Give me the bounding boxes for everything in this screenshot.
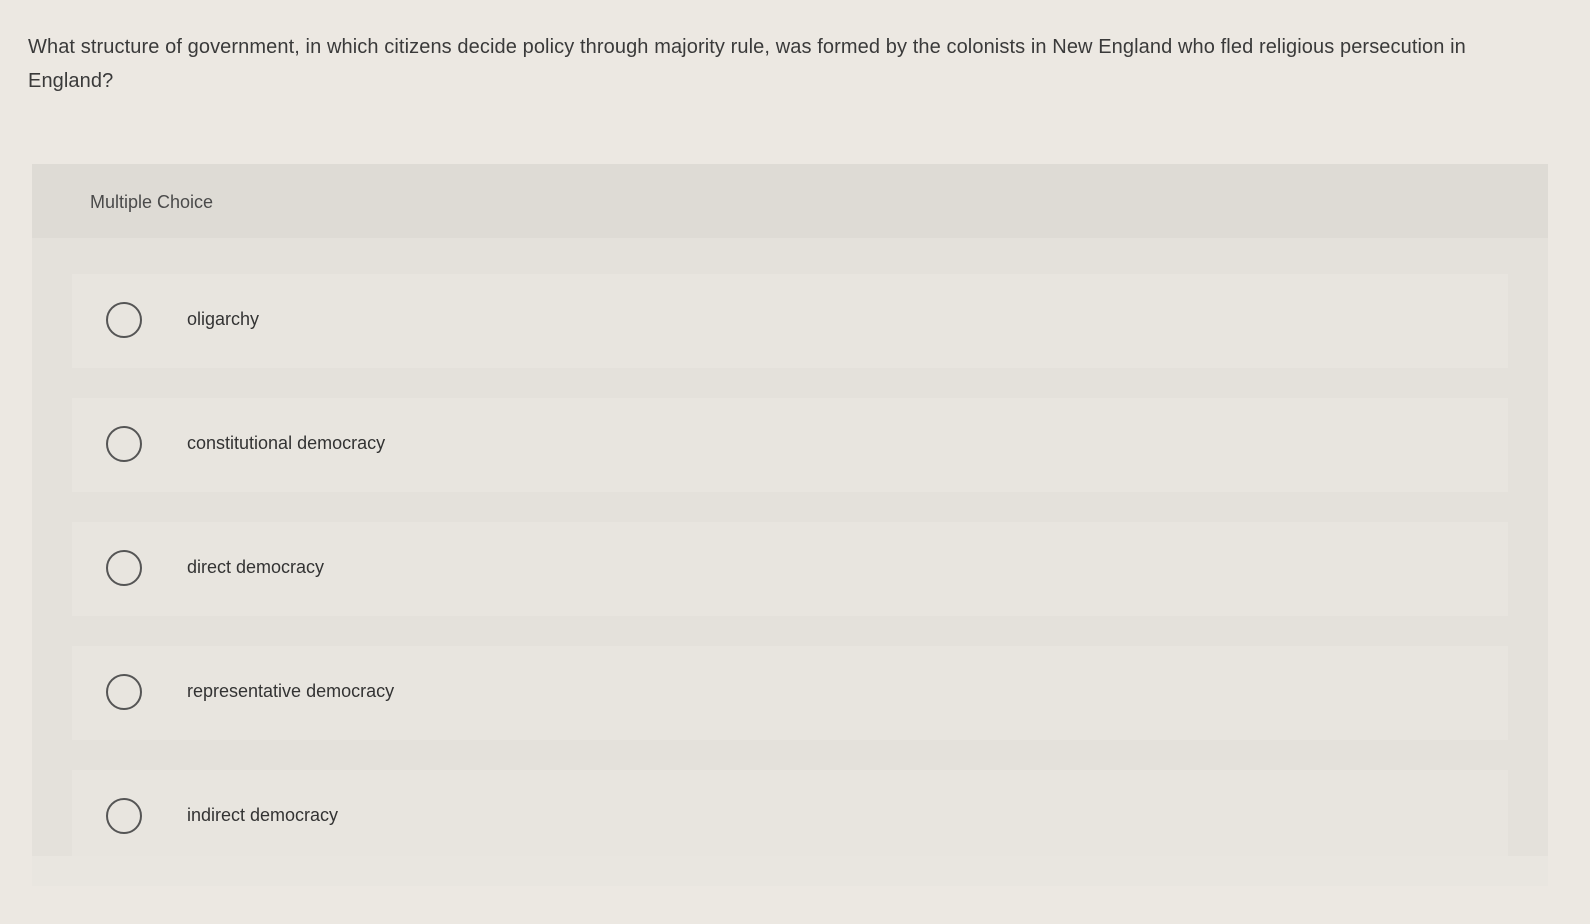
radio-button-icon[interactable] <box>106 798 142 834</box>
answer-option-oligarchy[interactable]: oligarchy <box>72 274 1508 368</box>
answer-option-direct-democracy[interactable]: direct democracy <box>72 522 1508 616</box>
panel-bottom-divider <box>32 856 1548 886</box>
radio-button-icon[interactable] <box>106 674 142 710</box>
answer-option-label: constitutional democracy <box>187 433 386 453</box>
answer-options-list: oligarchy constitutional democracy direc… <box>72 274 1508 894</box>
answer-option-constitutional-democracy[interactable]: constitutional democracy <box>72 398 1508 492</box>
answer-option-label: representative democracy <box>187 681 395 701</box>
answer-option-label: indirect democracy <box>187 805 339 825</box>
radio-button-icon[interactable] <box>106 426 142 462</box>
answer-option-indirect-democracy[interactable]: indirect democracy <box>72 770 1508 864</box>
answer-option-label: direct democracy <box>187 557 325 577</box>
answer-option-label: oligarchy <box>187 309 260 329</box>
question-text: What structure of government, in which c… <box>28 36 1466 92</box>
answer-option-representative-democracy[interactable]: representative democracy <box>72 646 1508 740</box>
radio-button-icon[interactable] <box>106 302 142 338</box>
multiple-choice-panel: Multiple Choice oligarchy constitutional… <box>32 164 1548 886</box>
panel-header: Multiple Choice <box>32 164 1548 238</box>
question-type-label: Multiple Choice <box>90 192 214 212</box>
radio-button-icon[interactable] <box>106 550 142 586</box>
